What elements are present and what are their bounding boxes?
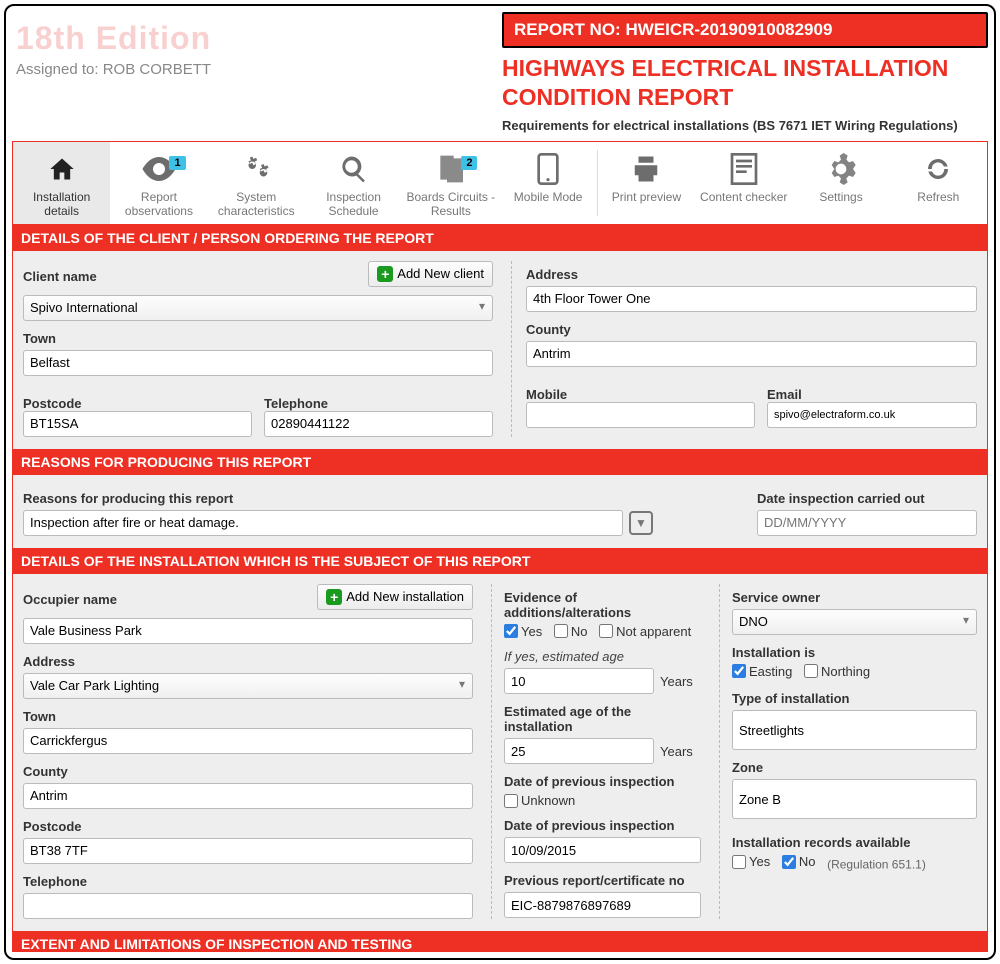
nav-mobile-mode[interactable]: Mobile Mode — [499, 142, 596, 224]
easting-check[interactable]: Easting — [732, 664, 792, 679]
section-client-header: DETAILS OF THE CLIENT / PERSON ORDERING … — [13, 225, 987, 251]
label-client-county: County — [526, 322, 977, 337]
nav-installation-details[interactable]: Installation details — [13, 142, 110, 224]
plus-icon: + — [326, 589, 342, 605]
label-type-install: Type of installation — [732, 691, 977, 706]
report-subtitle: Requirements for electrical installation… — [502, 118, 988, 133]
regulation-note: (Regulation 651.1) — [827, 858, 926, 872]
checklist-icon — [699, 152, 788, 186]
boards-badge: 2 — [461, 156, 477, 170]
prev-date-input[interactable] — [504, 837, 701, 863]
alteration-age-input[interactable] — [504, 668, 654, 694]
label-install-county: County — [23, 764, 473, 779]
install-postcode-input[interactable] — [23, 838, 473, 864]
occupier-input[interactable] — [23, 618, 473, 644]
label-evidence: Evidence of additions/alterations — [504, 590, 701, 620]
section-installation-header: DETAILS OF THE INSTALLATION WHICH IS THE… — [13, 548, 987, 574]
label-prev-insp-unknown: Date of previous inspection — [504, 774, 701, 789]
client-telephone-input[interactable] — [264, 411, 493, 437]
gear-icon — [796, 152, 885, 186]
client-name-select[interactable]: Spivo International — [23, 295, 493, 321]
nav-report-observations[interactable]: 1 Report observations — [110, 142, 207, 224]
label-client-town: Town — [23, 331, 493, 346]
client-address-input[interactable] — [526, 286, 977, 312]
evidence-yes[interactable]: Yes — [504, 624, 542, 639]
add-client-button[interactable]: +Add New client — [368, 261, 493, 287]
label-prev-cert: Previous report/certificate no — [504, 873, 701, 888]
label-client-address: Address — [526, 267, 977, 282]
nav-print-preview[interactable]: Print preview — [598, 142, 695, 224]
label-service-owner: Service owner — [732, 590, 977, 605]
install-county-input[interactable] — [23, 783, 473, 809]
date-inspection-input[interactable] — [757, 510, 977, 536]
label-if-yes-age: If yes, estimated age — [504, 649, 701, 664]
years-unit: Years — [660, 674, 693, 689]
label-zone: Zone — [732, 760, 977, 775]
nav-settings[interactable]: Settings — [792, 142, 889, 224]
reasons-dropdown-toggle[interactable]: ▼ — [629, 511, 653, 535]
nav-inspection-schedule[interactable]: Inspection Schedule — [305, 142, 402, 224]
report-title: HIGHWAYS ELECTRICAL INSTALLATIONCONDITIO… — [502, 54, 988, 112]
label-occupier: Occupier name — [23, 592, 117, 607]
label-install-telephone: Telephone — [23, 874, 473, 889]
nav-content-checker[interactable]: Content checker — [695, 142, 792, 224]
nav-refresh[interactable]: Refresh — [890, 142, 987, 224]
label-client-postcode: Postcode — [23, 396, 252, 411]
search-icon — [309, 152, 398, 186]
prev-cert-input[interactable] — [504, 892, 701, 918]
client-mobile-input[interactable] — [526, 402, 755, 428]
label-client-email: Email — [767, 387, 977, 402]
edition-title: 18th Edition — [16, 20, 498, 57]
reasons-input[interactable] — [23, 510, 623, 536]
years-unit: Years — [660, 744, 693, 759]
label-client-telephone: Telephone — [264, 396, 493, 411]
home-icon — [17, 152, 106, 186]
main-nav: Installation details 1 Report observatio… — [13, 142, 987, 225]
client-county-input[interactable] — [526, 341, 977, 367]
records-no[interactable]: No — [782, 854, 816, 869]
eye-icon — [114, 152, 203, 186]
refresh-icon — [894, 152, 983, 186]
type-install-input[interactable] — [732, 710, 977, 750]
zone-input[interactable] — [732, 779, 977, 819]
label-date-inspection: Date inspection carried out — [757, 491, 977, 506]
install-age-input[interactable] — [504, 738, 654, 764]
northing-check[interactable]: Northing — [804, 664, 870, 679]
install-town-input[interactable] — [23, 728, 473, 754]
label-est-age: Estimated age of the installation — [504, 704, 701, 734]
nav-system-characteristics[interactable]: System characteristics — [208, 142, 305, 224]
label-install-postcode: Postcode — [23, 819, 473, 834]
label-prev-insp-date: Date of previous inspection — [504, 818, 701, 833]
label-client-name: Client name — [23, 269, 97, 284]
print-icon — [602, 152, 691, 186]
service-owner-select[interactable]: DNO — [732, 609, 977, 635]
add-installation-button[interactable]: +Add New installation — [317, 584, 473, 610]
nav-boards-circuits[interactable]: 2 Boards Circuits - Results — [402, 142, 499, 224]
label-installation-is: Installation is — [732, 645, 977, 660]
evidence-not-apparent[interactable]: Not apparent — [599, 624, 691, 639]
prev-unknown-check[interactable]: Unknown — [504, 793, 693, 808]
label-records-avail: Installation records available — [732, 835, 977, 850]
gears-icon — [212, 152, 301, 186]
label-install-address: Address — [23, 654, 473, 669]
evidence-no[interactable]: No — [554, 624, 588, 639]
section-reasons-header: REASONS FOR PRODUCING THIS REPORT — [13, 449, 987, 475]
label-client-mobile: Mobile — [526, 387, 755, 402]
client-town-input[interactable] — [23, 350, 493, 376]
client-email-input[interactable] — [767, 402, 977, 428]
label-install-town: Town — [23, 709, 473, 724]
mobile-icon — [503, 152, 592, 186]
boards-icon — [406, 152, 495, 186]
plus-icon: + — [377, 266, 393, 282]
section-extent-header: EXTENT AND LIMITATIONS OF INSPECTION AND… — [13, 931, 987, 951]
assigned-to: Assigned to: ROB CORBETT — [16, 61, 498, 78]
label-reasons: Reasons for producing this report — [23, 491, 653, 506]
observations-badge: 1 — [169, 156, 185, 170]
install-telephone-input[interactable] — [23, 893, 473, 919]
records-yes[interactable]: Yes — [732, 854, 770, 869]
report-number-banner: REPORT NO: HWEICR-20190910082909 — [502, 12, 988, 48]
client-postcode-input[interactable] — [23, 411, 252, 437]
install-address-select[interactable]: Vale Car Park Lighting — [23, 673, 473, 699]
